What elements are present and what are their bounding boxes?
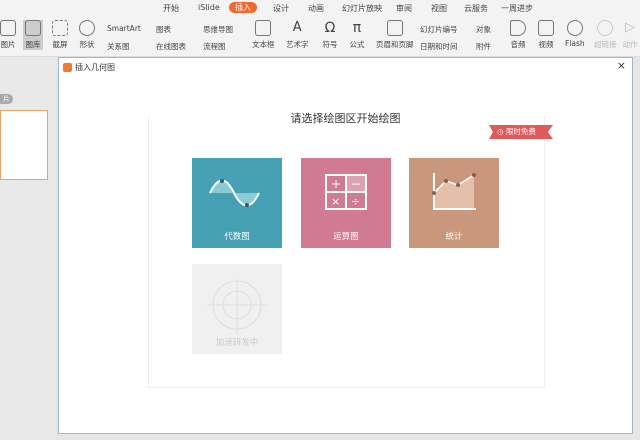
- label: 超链接: [594, 40, 617, 49]
- tab-design[interactable]: 设计: [273, 3, 289, 14]
- textbox-icon: [255, 20, 272, 36]
- ribbon-tabs: 开始 iSlide 插入 设计 动画 幻灯片放映 审阅 视图 云服务 一周进步: [0, 0, 640, 16]
- mindmap-button[interactable]: 思维导图: [203, 24, 233, 35]
- app-logo-icon: [63, 62, 72, 72]
- label: 形状: [79, 40, 95, 49]
- omega-icon: Ω: [324, 20, 336, 36]
- label: 文本框: [252, 40, 275, 49]
- smartart-button[interactable]: SmartArt: [107, 24, 141, 33]
- gallery-icon: [25, 20, 41, 36]
- label: 页眉和页脚: [376, 40, 414, 49]
- tab-weekly[interactable]: 一周进步: [501, 3, 533, 14]
- picture-button[interactable]: 图片: [0, 20, 16, 50]
- slide-number-button[interactable]: 幻灯片编号: [420, 24, 458, 35]
- chart-button[interactable]: 图表: [156, 24, 171, 35]
- sine-wave-icon: [209, 179, 260, 207]
- label: Flash: [565, 39, 585, 48]
- video-icon: [538, 20, 554, 36]
- picture-icon: [0, 20, 16, 36]
- play-icon: ▷: [625, 20, 635, 35]
- pi-icon: π: [352, 20, 362, 36]
- area-chart-icon: [432, 173, 476, 210]
- tab-animation[interactable]: 动画: [308, 3, 324, 14]
- tab-slideshow[interactable]: 幻灯片放映: [342, 3, 382, 14]
- label: 图片: [0, 40, 16, 49]
- formula-button[interactable]: π 公式: [349, 20, 365, 50]
- gallery-button[interactable]: 图库: [23, 20, 43, 50]
- label: 动作: [622, 40, 638, 49]
- shape-icon: [79, 20, 95, 36]
- screenshot-icon: [52, 20, 68, 36]
- label: 音频: [510, 40, 526, 49]
- tab-islide[interactable]: iSlide: [198, 3, 220, 12]
- close-button[interactable]: ×: [617, 59, 626, 72]
- hyperlink-button[interactable]: 超链接: [594, 20, 617, 50]
- attachment-button[interactable]: 附件: [476, 41, 491, 52]
- flash-button[interactable]: Flash: [565, 20, 585, 48]
- svg-text:×: ×: [331, 195, 340, 208]
- svg-text:+: +: [331, 177, 341, 191]
- svg-text:÷: ÷: [351, 195, 360, 208]
- ribbon-toolbar: 图片 图库 截屏 形状 SmartArt 关系图 图表 在线图表 思维导图 流程…: [0, 16, 640, 57]
- link-icon: [597, 20, 614, 36]
- textbox-button[interactable]: 文本框: [252, 20, 275, 50]
- dialog-heading: 请选择绘图区开始绘图: [290, 112, 401, 125]
- tab-review[interactable]: 审阅: [396, 3, 412, 14]
- card-arithmetic[interactable]: + − × ÷ 运算图: [301, 158, 391, 248]
- label: 符号: [322, 40, 338, 49]
- card-label: 统计: [445, 232, 463, 242]
- audio-button[interactable]: 音频: [510, 20, 526, 50]
- wordart-button[interactable]: A 艺术字: [286, 20, 309, 50]
- speaker-icon: [510, 20, 526, 36]
- label: 图库: [25, 40, 41, 49]
- object-button[interactable]: 对象: [476, 24, 491, 35]
- slide-thumbnail[interactable]: [0, 110, 48, 180]
- card-coming-soon: 加速研发中: [192, 264, 282, 354]
- card-label: 运算图: [333, 232, 359, 242]
- svg-text:−: −: [351, 177, 361, 191]
- slide-label: 片: [0, 94, 13, 104]
- relation-button[interactable]: 关系图: [107, 41, 130, 52]
- insert-geometry-dialog: 插入几何图 × 请选择绘图区开始绘图 ◷ 限时免费 代数图 + − × ÷ 运算图 统…: [58, 57, 633, 434]
- flowchart-button[interactable]: 流程图: [203, 41, 226, 52]
- label: 公式: [349, 40, 365, 49]
- calculator-icon: + −× ÷: [325, 174, 367, 210]
- geometry-sketch-icon: [207, 279, 267, 334]
- dialog-title: 插入几何图: [75, 62, 115, 72]
- symbol-button[interactable]: Ω 符号: [322, 20, 338, 50]
- dialog-title-bar: 插入几何图: [63, 61, 115, 73]
- label: 截屏: [52, 40, 68, 49]
- shape-button[interactable]: 形状: [79, 20, 95, 50]
- video-button[interactable]: 视频: [538, 20, 554, 50]
- tab-insert[interactable]: 插入: [229, 2, 257, 13]
- header-footer-icon: [386, 20, 403, 36]
- label: 艺术字: [286, 40, 309, 49]
- card-algebra[interactable]: 代数图: [192, 158, 282, 248]
- datetime-button[interactable]: 日期和时间: [420, 41, 458, 52]
- card-label: 代数图: [224, 232, 250, 242]
- label: 视频: [538, 40, 554, 49]
- header-footer-button[interactable]: 页眉和页脚: [376, 20, 414, 50]
- flash-icon: [566, 20, 583, 36]
- screenshot-button[interactable]: 截屏: [52, 20, 68, 50]
- tab-view[interactable]: 视图: [431, 3, 447, 14]
- online-chart-button[interactable]: 在线图表: [156, 41, 186, 52]
- badge-text: 限时免费: [505, 127, 536, 136]
- card-label: 加速研发中: [215, 338, 259, 348]
- card-statistics[interactable]: 统计: [409, 158, 499, 248]
- limited-free-badge: ◷ 限时免费: [489, 125, 553, 139]
- tab-cloud[interactable]: 云服务: [464, 3, 488, 14]
- action-button[interactable]: ▷ 动作: [622, 20, 638, 50]
- tab-home[interactable]: 开始: [163, 3, 179, 14]
